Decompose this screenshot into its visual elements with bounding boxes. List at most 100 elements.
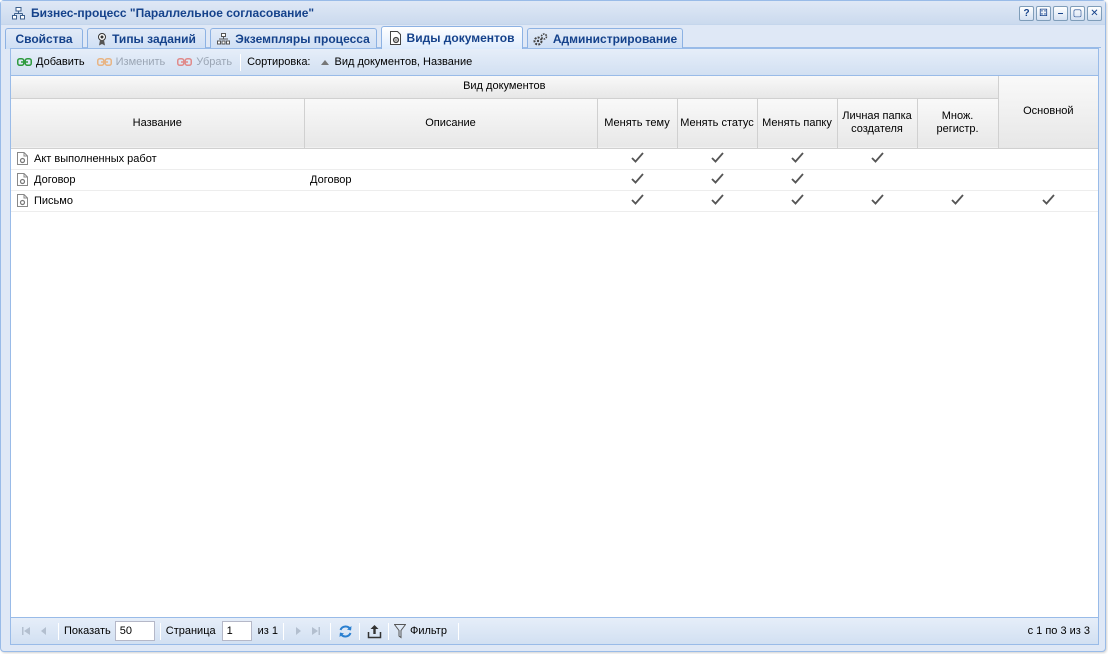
link-edit-icon — [96, 58, 112, 66]
filter-button[interactable]: Фильтр — [394, 623, 453, 639]
document-gear-icon — [389, 31, 401, 45]
tab-administration[interactable]: Администрирование — [527, 28, 683, 49]
checkmark-icon — [630, 151, 644, 163]
tab-label: Виды документов — [406, 31, 515, 45]
cell-description — [304, 190, 597, 212]
cell-name: Договор — [11, 169, 304, 191]
first-page-button[interactable] — [17, 622, 35, 640]
check-change-folder — [757, 190, 837, 212]
tab-properties[interactable]: Свойства — [5, 28, 83, 49]
column-header-description[interactable]: Описание — [304, 98, 598, 149]
checkmark-icon — [790, 151, 804, 163]
gears-icon — [533, 32, 548, 45]
tab-process-instances[interactable]: Экземпляры процесса — [210, 28, 377, 49]
grid-toolbar: Добавить Изменить Убрать Сортировка: Вид… — [11, 49, 1098, 76]
checkmark-icon — [951, 193, 964, 205]
cell-description — [304, 148, 597, 170]
cell-name: Акт выполненных работ — [11, 148, 304, 170]
document-types-panel: Добавить Изменить Убрать Сортировка: Вид… — [10, 48, 1099, 645]
filter-button-label: Фильтр — [410, 625, 447, 637]
window-titlebar[interactable]: Бизнес-процесс "Параллельное согласовани… — [1, 1, 1105, 25]
minimize-icon[interactable]: – — [1053, 6, 1068, 21]
link-remove-icon — [177, 58, 193, 66]
remove-button-label: Убрать — [196, 56, 233, 68]
hierarchy-icon — [217, 33, 231, 45]
pager-separator — [388, 622, 389, 640]
check-multi-registration — [917, 169, 999, 191]
cell-name: Письмо — [11, 190, 304, 212]
table-row[interactable]: Акт выполненных работ — [11, 148, 1099, 170]
document-gear-icon — [17, 152, 28, 165]
check-main — [998, 169, 1099, 191]
next-page-button[interactable] — [289, 622, 307, 640]
table-row[interactable]: Письмо — [11, 190, 1099, 212]
help-icon[interactable]: ? — [1019, 6, 1034, 21]
checkmark-icon — [710, 193, 724, 205]
tab-label: Свойства — [15, 32, 73, 46]
tab-label: Типы заданий — [112, 32, 196, 46]
column-header-change-folder[interactable]: Менять папку — [757, 98, 838, 149]
page-label: Страница — [165, 625, 216, 637]
document-type-name: Письмо — [34, 194, 73, 207]
check-change-subject — [597, 190, 677, 212]
table-row[interactable]: Договор Договор — [11, 169, 1099, 191]
check-change-subject — [597, 169, 677, 191]
previous-page-button[interactable] — [35, 622, 53, 640]
check-personal-folder — [837, 148, 917, 170]
column-header-change-status[interactable]: Менять статус — [677, 98, 758, 149]
check-change-status — [677, 190, 757, 212]
close-icon[interactable]: ✕ — [1087, 6, 1102, 21]
check-multi-registration — [917, 190, 999, 212]
tab-strip: Свойства Типы заданий Экземпляры процесс… — [5, 25, 1101, 49]
print-icon[interactable]: ⚃ — [1036, 6, 1051, 21]
checkmark-icon — [710, 172, 724, 184]
column-header-change-subject[interactable]: Менять тему — [597, 98, 678, 149]
page-count-label: из 1 — [257, 625, 278, 637]
sort-label: Сортировка: — [247, 56, 311, 68]
maximize-icon[interactable]: ▢ — [1070, 6, 1085, 21]
check-main — [998, 148, 1099, 170]
page-size-input[interactable] — [114, 621, 155, 641]
column-header-name[interactable]: Название — [11, 98, 305, 149]
checkmark-icon — [630, 172, 644, 184]
page-number-input[interactable] — [221, 621, 252, 641]
pager-separator — [283, 622, 284, 640]
check-personal-folder — [837, 169, 917, 191]
window-tools: ? ⚃ – ▢ ✕ — [1019, 6, 1102, 21]
column-header-multi-registration[interactable]: Множ. регистр. — [917, 98, 999, 149]
export-icon — [367, 624, 381, 638]
check-main — [998, 190, 1099, 212]
link-add-icon — [17, 58, 32, 66]
next-page-icon — [296, 627, 301, 635]
edit-button[interactable]: Изменить — [96, 56, 172, 68]
last-page-button[interactable] — [307, 622, 325, 640]
checkmark-icon — [870, 193, 884, 205]
checkmark-icon — [790, 193, 804, 205]
column-header-personal-folder[interactable]: Личная папка создателя — [837, 98, 918, 149]
checkmark-icon — [1041, 193, 1055, 205]
checkmark-icon — [790, 172, 804, 184]
sort-value[interactable]: Вид документов, Название — [320, 56, 472, 68]
group-header-document-type: Вид документов — [11, 76, 999, 99]
cell-description: Договор — [304, 169, 597, 191]
tab-task-types[interactable]: Типы заданий — [87, 28, 206, 49]
filter-icon — [394, 623, 406, 638]
column-header-main[interactable]: Основной — [998, 76, 1099, 149]
check-change-folder — [757, 148, 837, 170]
checkmark-icon — [710, 151, 724, 163]
export-button[interactable] — [365, 622, 383, 640]
pager-separator — [359, 622, 360, 640]
check-change-subject — [597, 148, 677, 170]
checkmark-icon — [870, 151, 884, 163]
add-button[interactable]: Добавить — [17, 56, 91, 68]
document-type-name: Акт выполненных работ — [34, 152, 157, 165]
check-change-status — [677, 169, 757, 191]
toolbar-separator — [240, 53, 242, 71]
check-change-folder — [757, 169, 837, 191]
tab-document-types[interactable]: Виды документов — [381, 26, 523, 49]
remove-button[interactable]: Убрать — [177, 56, 238, 68]
refresh-button[interactable] — [336, 622, 354, 640]
ribbon-icon — [98, 32, 107, 45]
paging-toolbar: Показать Страница из 1 — [11, 617, 1098, 644]
tab-label: Администрирование — [552, 32, 678, 46]
